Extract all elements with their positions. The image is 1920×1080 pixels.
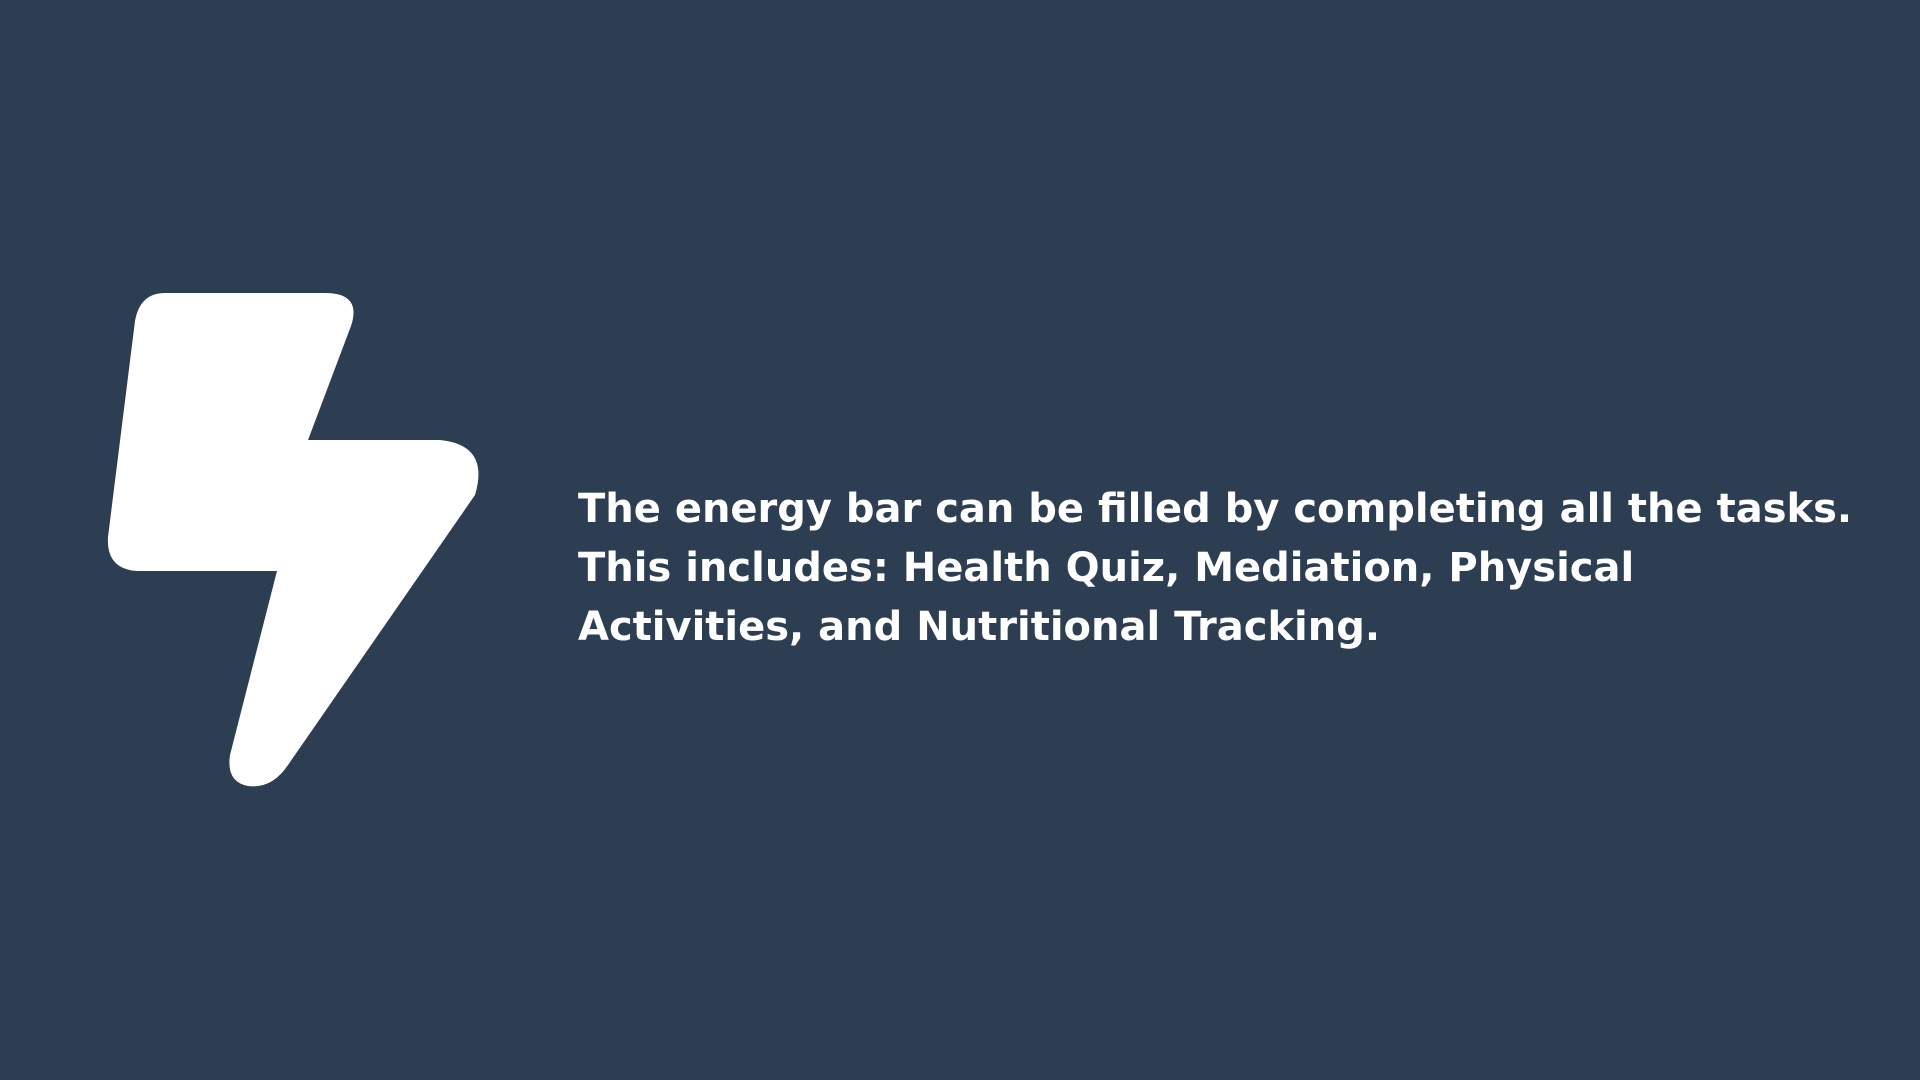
energy-bar-description: The energy bar can be filled by completi… <box>578 486 1853 650</box>
lightning-bolt-icon <box>100 285 490 795</box>
energy-info-screen: The energy bar can be filled by completi… <box>0 0 1920 1080</box>
